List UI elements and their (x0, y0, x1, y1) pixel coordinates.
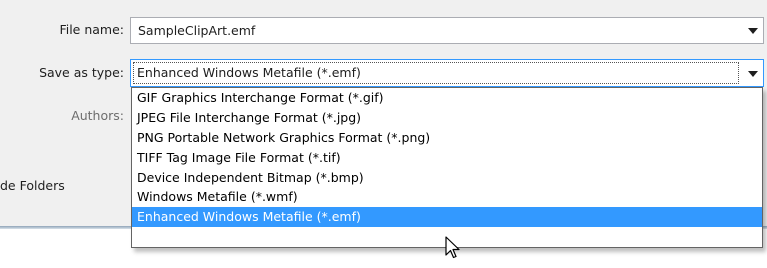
save-as-type-dropdown-list[interactable]: GIF Graphics Interchange Format (*.gif) … (131, 87, 763, 248)
file-name-input[interactable]: SampleClipArt.emf (130, 17, 764, 44)
option-png[interactable]: PNG Portable Network Graphics Format (*.… (132, 128, 762, 148)
save-as-type-value[interactable]: Enhanced Windows Metafile (*.emf) (137, 65, 361, 80)
option-emf[interactable]: Enhanced Windows Metafile (*.emf) (132, 207, 762, 228)
option-jpg[interactable]: JPEG File Interchange Format (*.jpg) (132, 108, 762, 128)
file-name-label: File name: (59, 22, 124, 37)
option-bmp[interactable]: Device Independent Bitmap (*.bmp) (132, 168, 762, 188)
folders-toggle[interactable]: de Folders (0, 178, 65, 193)
save-as-type-label: Save as type: (39, 65, 124, 80)
option-gif[interactable]: GIF Graphics Interchange Format (*.gif) (132, 88, 762, 108)
file-name-value[interactable]: SampleClipArt.emf (138, 23, 255, 38)
authors-label: Authors: (71, 108, 124, 123)
option-tif[interactable]: TIFF Tag Image File Format (*.tif) (132, 148, 762, 168)
chevron-down-icon[interactable] (748, 28, 758, 34)
mouse-pointer-icon (445, 236, 460, 259)
chevron-down-icon[interactable] (748, 71, 758, 77)
option-wmf[interactable]: Windows Metafile (*.wmf) (132, 187, 762, 207)
save-as-type-select[interactable]: Enhanced Windows Metafile (*.emf) (130, 59, 764, 87)
